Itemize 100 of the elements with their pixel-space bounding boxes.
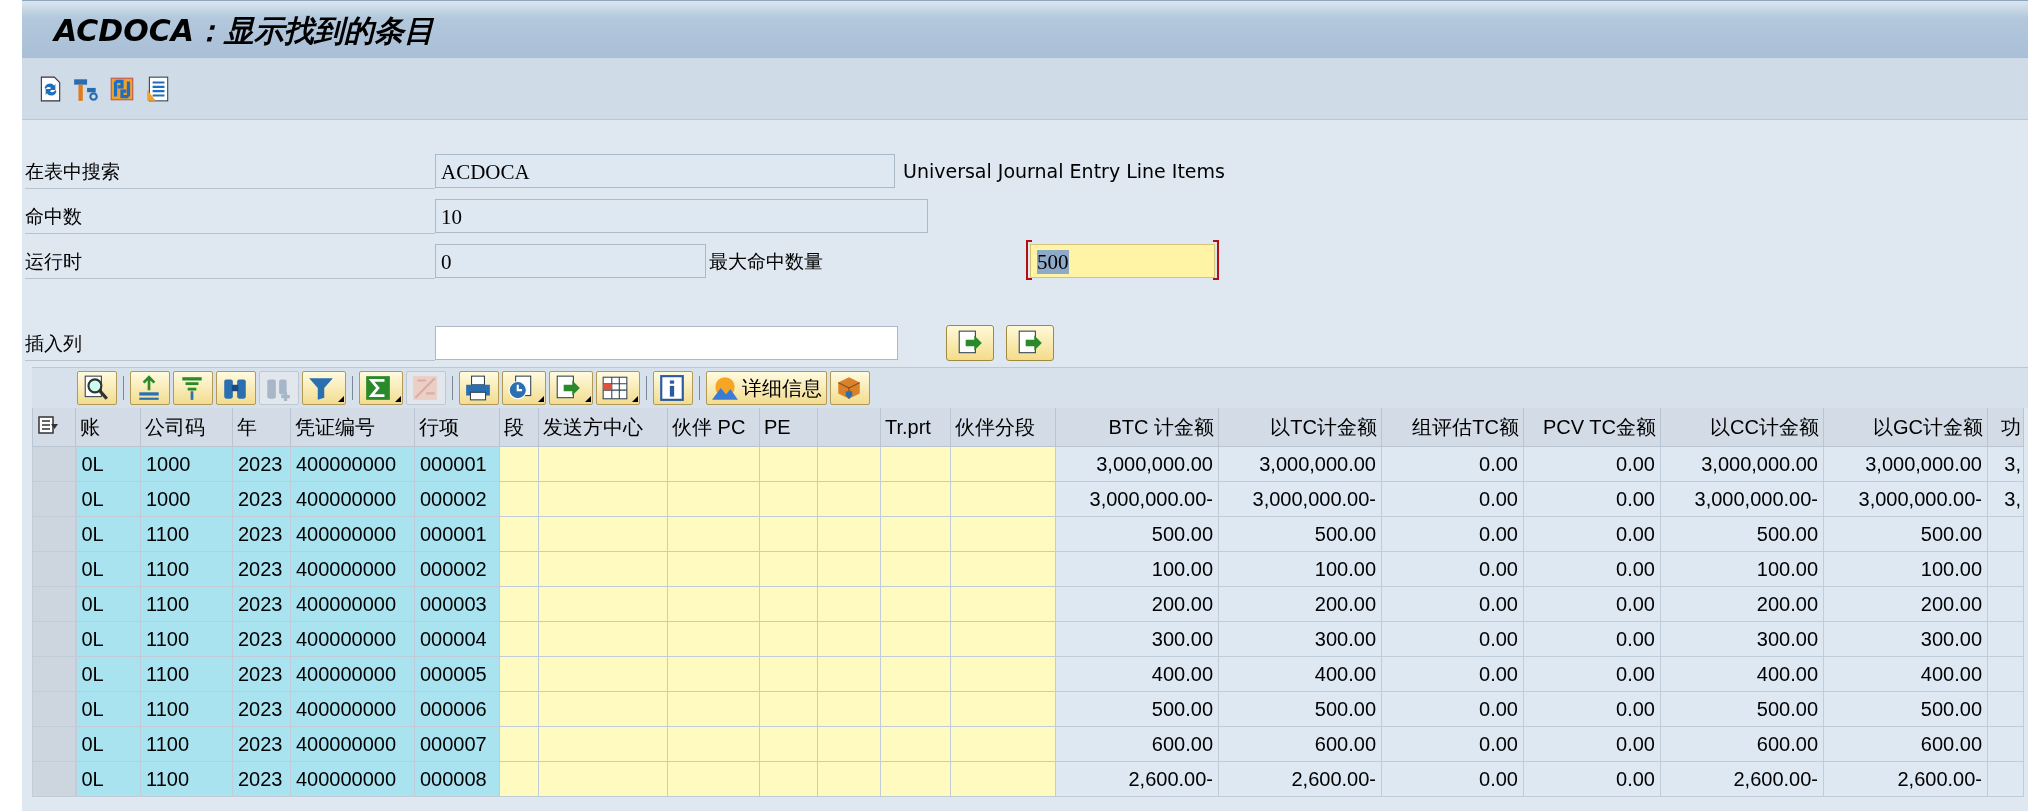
hit-count-field[interactable]: 10: [435, 198, 928, 233]
table-cell: 400000000: [290, 761, 415, 797]
column-header[interactable]: 段: [499, 408, 539, 447]
field-label: 运行时: [25, 242, 435, 279]
column-header[interactable]: Tr.prt: [880, 408, 951, 447]
column-header[interactable]: PCV TC金额: [1523, 408, 1661, 447]
table-cell: 1100: [140, 516, 233, 552]
table-cell: 500.00: [1823, 691, 1988, 727]
sort-ascending-button[interactable]: [130, 371, 170, 405]
details-view-button[interactable]: [77, 371, 117, 405]
table-cell: 600.00: [1055, 726, 1219, 762]
table-cell: 2023: [232, 726, 291, 762]
table-cell: 0.00: [1381, 621, 1524, 657]
grid-icon: [601, 374, 629, 402]
column-header[interactable]: 组评估TC额: [1381, 408, 1524, 447]
table-cell: 000007: [414, 726, 500, 762]
table-cell: 3,000,000.00: [1218, 446, 1382, 482]
printer-icon: [464, 374, 492, 402]
table-cell: 500.00: [1218, 516, 1382, 552]
print-button[interactable]: [459, 371, 499, 405]
details-button[interactable]: 详细信息: [706, 371, 827, 405]
column-header[interactable]: 发送方中心: [538, 408, 668, 447]
table-cell: 200.00: [1660, 586, 1824, 622]
view-button[interactable]: [502, 371, 546, 405]
table-cell: 2023: [232, 516, 291, 552]
table-cell: 0.00: [1381, 446, 1524, 482]
table-cell: 1100: [140, 761, 233, 797]
table-cell: 400.00: [1218, 656, 1382, 692]
table-cell: 0.00: [1381, 726, 1524, 762]
column-arrow-button[interactable]: [1006, 324, 1054, 361]
table-cell: 400000000: [290, 691, 415, 727]
info-icon: [658, 374, 686, 402]
column-header[interactable]: 以GC计金额: [1823, 408, 1988, 447]
table-cell: 2023: [232, 621, 291, 657]
table-cell: 400000000: [290, 621, 415, 657]
table-cell: 400000000: [290, 726, 415, 762]
column-header[interactable]: 以TC计金额: [1218, 408, 1382, 447]
table-cell: 300.00: [1055, 621, 1219, 657]
sum-button[interactable]: [359, 371, 403, 405]
table-cell: 500.00: [1055, 691, 1219, 727]
table-cell: 0L: [75, 481, 141, 517]
find-button[interactable]: [216, 371, 256, 405]
field-label: 在表中搜索: [25, 152, 435, 189]
table-cell: 100.00: [1660, 551, 1824, 587]
column-header[interactable]: 凭证编号: [290, 408, 415, 447]
insert-column-field[interactable]: [435, 325, 898, 360]
table-cell: 2023: [232, 551, 291, 587]
column-header[interactable]: 伙伴分段: [950, 408, 1056, 447]
table-cell: 400.00: [1055, 656, 1219, 692]
column-header[interactable]: PE: [759, 408, 818, 447]
table-cell: 0.00: [1523, 656, 1661, 692]
table-cell: 0.00: [1381, 481, 1524, 517]
table-cell: 600.00: [1660, 726, 1824, 762]
package-button[interactable]: [830, 371, 870, 405]
table-cell: 0.00: [1523, 726, 1661, 762]
sort-descending-button[interactable]: [173, 371, 213, 405]
table-cell: 2,600.00-: [1218, 761, 1382, 797]
field-label: 最大命中数量: [708, 248, 824, 274]
insert-column-button[interactable]: [946, 324, 994, 361]
column-header[interactable]: 年: [232, 408, 291, 447]
field-label: 命中数: [25, 197, 435, 234]
table-cell: 200.00: [1055, 586, 1219, 622]
table-cell: 1100: [140, 621, 233, 657]
table-cell: 300.00: [1660, 621, 1824, 657]
column-header[interactable]: 账: [75, 408, 141, 447]
column-header[interactable]: BTC 计金额: [1055, 408, 1219, 447]
table-cell: 400000000: [290, 551, 415, 587]
table-cell: 400000000: [290, 516, 415, 552]
table-cell: 000003: [414, 586, 500, 622]
table-cell: 600.00: [1218, 726, 1382, 762]
layout-menu-icon[interactable]: [37, 413, 59, 436]
filter-button[interactable]: [302, 371, 346, 405]
table-cell: 0L: [75, 516, 141, 552]
table-cell: 000004: [414, 621, 500, 657]
field-label: 插入列: [25, 324, 435, 361]
info-button[interactable]: [653, 371, 693, 405]
table-cell: 2023: [232, 761, 291, 797]
export-button[interactable]: [549, 371, 593, 405]
column-header[interactable]: 公司码: [140, 408, 233, 447]
table-name-field[interactable]: ACDOCA: [435, 153, 895, 188]
table-cell: 0L: [75, 586, 141, 622]
table-cell: 0.00: [1523, 481, 1661, 517]
layout-button[interactable]: [596, 371, 640, 405]
table-cell: 200.00: [1218, 586, 1382, 622]
table-cell: 0L: [75, 656, 141, 692]
column-header[interactable]: 行项: [414, 408, 500, 447]
column-header[interactable]: 以CC计金额: [1660, 408, 1824, 447]
table-cell: 0.00: [1523, 761, 1661, 797]
table-cell: 0.00: [1381, 516, 1524, 552]
column-header[interactable]: 伙伴 PC: [667, 408, 760, 447]
table-cell: 500.00: [1660, 516, 1824, 552]
table-cell: 3,000,000.00-: [1660, 481, 1824, 517]
table-cell: 2,600.00-: [1055, 761, 1219, 797]
runtime-field[interactable]: 0: [435, 243, 706, 278]
table-cell: 100.00: [1823, 551, 1988, 587]
subtotal-icon: [411, 374, 439, 402]
table-cell: 2,600.00-: [1823, 761, 1988, 797]
table-cell: 400000000: [290, 656, 415, 692]
column-header[interactable]: 功: [1987, 408, 2024, 447]
table-cell: 0.00: [1381, 586, 1524, 622]
